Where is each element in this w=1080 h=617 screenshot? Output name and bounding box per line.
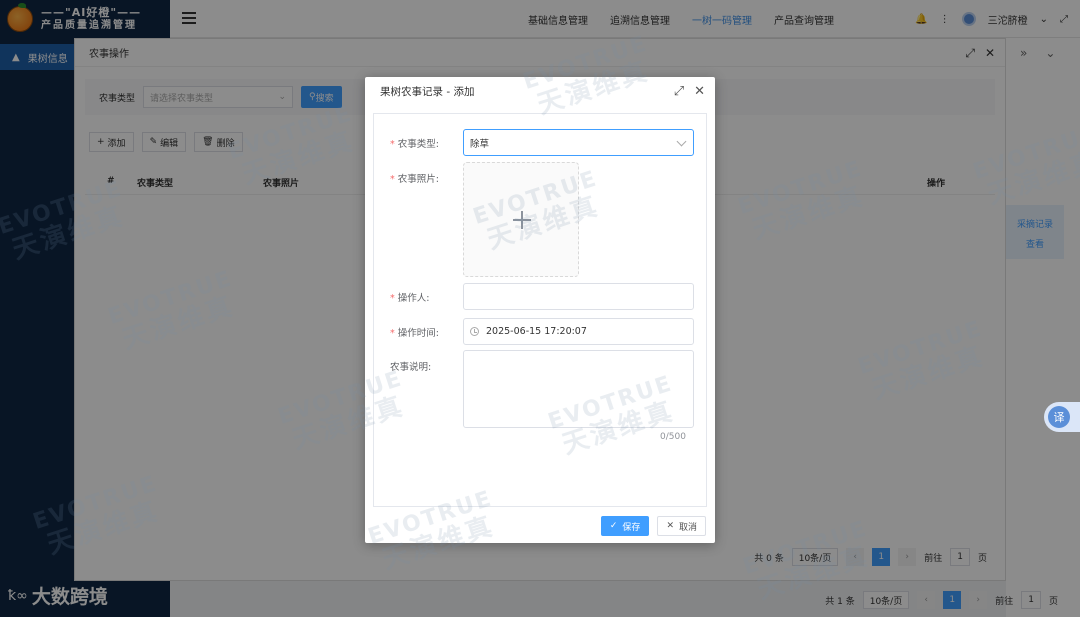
- operator-input[interactable]: [463, 283, 694, 310]
- operation-time-value: 2025-06-15 17:20:07: [486, 326, 587, 337]
- translate-icon: 译: [1048, 406, 1070, 428]
- operation-time-picker[interactable]: 2025-06-15 17:20:07: [463, 318, 694, 345]
- farm-photo-label: * 农事照片:: [390, 174, 439, 185]
- save-button[interactable]: ✓ 保存: [600, 516, 650, 536]
- cancel-label: 取消: [678, 522, 697, 533]
- operation-time-label: * 操作时间:: [390, 328, 439, 339]
- farm-type-label: * 农事类型:: [390, 139, 439, 150]
- char-counter: 0/500: [660, 432, 686, 442]
- translate-button[interactable]: 译: [1044, 402, 1080, 432]
- chevron-down-icon: [676, 136, 687, 147]
- close-icon[interactable]: ✕: [694, 84, 705, 99]
- cancel-button[interactable]: ✕ 取消: [657, 516, 706, 536]
- farm-type-select[interactable]: 除草: [463, 129, 694, 156]
- dialog-title: 果树农事记录 - 添加: [380, 85, 475, 98]
- dialog-form: * 农事类型: 除草 * 农事照片: * 操作人: * 操作时间: 2025-06-15…: [373, 113, 707, 507]
- farm-type-value: 除草: [470, 138, 490, 150]
- operator-label: * 操作人:: [390, 293, 430, 304]
- check-icon: ✓: [609, 521, 618, 531]
- close-icon: ✕: [666, 521, 674, 531]
- add-farm-record-dialog: 果树农事记录 - 添加 ⤢ ✕ * 农事类型: 除草 * 农事照片: * 操作人: *…: [365, 77, 715, 543]
- photo-uploader[interactable]: [463, 162, 579, 277]
- description-label: 农事说明:: [390, 362, 432, 373]
- save-label: 保存: [622, 522, 641, 533]
- maximize-icon[interactable]: ⤢: [674, 84, 684, 99]
- clock-icon: [470, 327, 479, 336]
- description-textarea[interactable]: [463, 350, 694, 428]
